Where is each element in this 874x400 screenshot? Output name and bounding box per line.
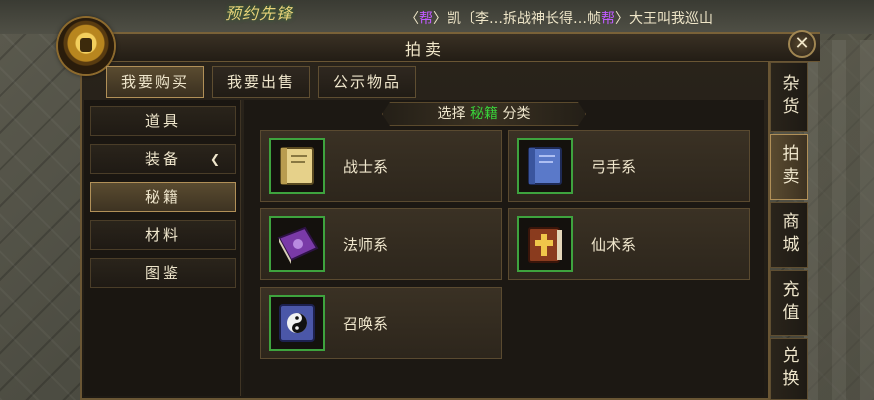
tab-public-items[interactable]: 公示物品 [318, 66, 416, 98]
event-banner-text: 预约先锋 [225, 4, 294, 23]
background-stone-floor [804, 40, 874, 400]
selection-banner: 选择 秘籍 分类 [382, 102, 586, 126]
yin-yang-book-icon [269, 295, 325, 351]
guild-tag: 帮 [601, 11, 615, 27]
item-card-immortal[interactable]: 仙术系 [508, 208, 750, 280]
selection-highlight: 秘籍 [470, 106, 498, 122]
selection-suffix: 分类 [502, 106, 531, 122]
item-card-archer[interactable]: 弓手系 [508, 130, 750, 202]
chevron-down-icon: ❮ [209, 152, 223, 166]
blue-book-icon [517, 138, 573, 194]
category-label: 秘籍 [144, 188, 181, 206]
category-label: 图鉴 [144, 264, 181, 282]
category-item-equipment[interactable]: 装备 ❮ [90, 144, 236, 174]
item-card-mage[interactable]: 法师系 [260, 208, 502, 280]
chat-line: 〈帮〉凯〔李…拆战神长得…帧帮〉大王叫我巡山 [405, 8, 713, 28]
chat-text: 〉大王叫我巡山 [615, 11, 713, 27]
category-item-props[interactable]: 道具 [90, 106, 236, 136]
category-item-codex[interactable]: 图鉴 [90, 258, 236, 288]
category-label: 道具 [144, 112, 181, 130]
item-label: 仙术系 [591, 236, 637, 254]
category-item-materials[interactable]: 材料 [90, 220, 236, 250]
chat-bracket: 〈 [405, 11, 419, 27]
yellow-book-icon [269, 138, 325, 194]
item-label: 召唤系 [343, 315, 389, 333]
category-item-manuals[interactable]: 秘籍 [90, 182, 236, 212]
tab-sell[interactable]: 我要出售 [212, 66, 310, 98]
window-title: 拍卖 [404, 40, 445, 59]
item-label: 法师系 [343, 236, 389, 254]
item-card-summoner[interactable]: 召唤系 [260, 287, 502, 359]
item-label: 战士系 [343, 158, 389, 176]
close-icon: ✕ [794, 33, 810, 54]
category-label: 装备 [144, 150, 181, 168]
tab-buy[interactable]: 我要购买 [106, 66, 204, 98]
close-button[interactable]: ✕ [788, 30, 816, 58]
side-tab-auction[interactable]: 拍卖 [770, 134, 808, 200]
purple-tome-icon [269, 216, 325, 272]
cross-tome-icon [517, 216, 573, 272]
category-label: 材料 [144, 226, 181, 244]
item-card-warrior[interactable]: 战士系 [260, 130, 502, 202]
side-tab-general-store[interactable]: 杂货 [770, 62, 808, 132]
selection-prefix: 选择 [437, 106, 466, 122]
side-tab-recharge[interactable]: 充值 [770, 270, 808, 336]
side-tab-exchange[interactable]: 兑换 [770, 338, 808, 400]
side-tab-mall[interactable]: 商城 [770, 202, 808, 268]
guild-tag: 帮 [419, 11, 433, 27]
item-label: 弓手系 [591, 158, 637, 176]
chat-text: 〉凯〔李…拆战神长得…帧 [433, 11, 601, 27]
